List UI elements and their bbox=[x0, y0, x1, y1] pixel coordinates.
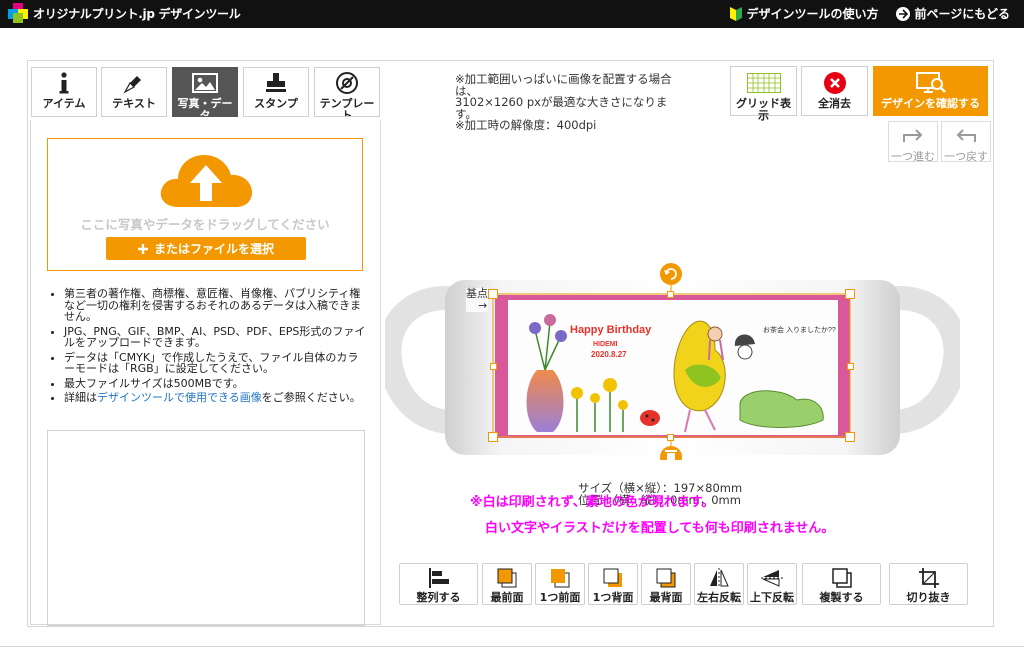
artwork-name: HIDEMI bbox=[593, 341, 618, 348]
redo-icon bbox=[903, 129, 923, 142]
send-backward-icon bbox=[603, 568, 622, 587]
undo-button[interactable]: 一つ戻す bbox=[941, 121, 991, 163]
usable-images-link[interactable]: デザインツールで使用できる画像 bbox=[97, 391, 262, 404]
clear-all-button[interactable]: 全消去 bbox=[801, 66, 868, 116]
crop-button[interactable]: 切り抜き bbox=[889, 563, 968, 605]
bring-front-button[interactable]: 最前面 bbox=[482, 563, 532, 605]
crop-icon bbox=[918, 568, 939, 588]
resize-handle-top-left[interactable] bbox=[488, 289, 498, 299]
upload-notes: 第三者の著作権、商標権、意匠権、肖像権、パブリシティ権など一切の権利を侵害するお… bbox=[48, 288, 366, 407]
duplicate-button[interactable]: 複製する bbox=[802, 563, 881, 605]
send-backward-button[interactable]: 1つ背面 bbox=[588, 563, 638, 605]
white-warning-2: 白い文字やイラストだけを配置しても何も印刷されません。 bbox=[485, 521, 835, 536]
redo-button[interactable]: 一つ進む bbox=[888, 121, 938, 163]
note-item: 第三者の著作権、商標権、意匠権、肖像権、パブリシティ権など一切の権利を侵害するお… bbox=[64, 288, 366, 323]
info-icon bbox=[59, 72, 69, 94]
resize-handle-top[interactable] bbox=[667, 291, 674, 298]
tab-item[interactable]: アイテム bbox=[31, 67, 97, 117]
tab-label: アイテム bbox=[42, 97, 86, 110]
grid-label: グリッド表示 bbox=[736, 97, 791, 122]
template-icon bbox=[336, 72, 358, 94]
undo-label: 一つ戻す bbox=[944, 150, 988, 163]
tab-text[interactable]: テキスト bbox=[101, 67, 167, 117]
logo-cube-icon bbox=[8, 3, 28, 23]
flip-horizontal-button[interactable]: 左右反転 bbox=[694, 563, 744, 605]
drop-hint: ここに写真やデータをドラッグしてください bbox=[80, 217, 330, 232]
note-item: 詳細はデザインツールで使用できる画像をご参照ください。 bbox=[64, 392, 366, 404]
upload-dropzone[interactable]: ここに写真やデータをドラッグしてください またはファイルを選択 bbox=[47, 138, 363, 271]
resize-handle-bottom[interactable] bbox=[667, 434, 674, 441]
monitor-search-icon bbox=[915, 71, 946, 93]
resize-handle-bottom-right[interactable] bbox=[845, 432, 855, 442]
select-file-label: またはファイルを選択 bbox=[153, 242, 274, 256]
logo-text: オリジナルプリント.jp デザインツール bbox=[33, 6, 241, 21]
undo-icon bbox=[956, 129, 976, 142]
artwork-speech: お茶会 入りましたか?? bbox=[763, 325, 836, 334]
white-warning-1: ※白は印刷されず、素地の色が現れます。 bbox=[470, 495, 715, 510]
flip-vertical-icon bbox=[761, 570, 783, 587]
tab-photo-data[interactable]: 写真・データ bbox=[172, 67, 238, 117]
align-icon bbox=[428, 568, 449, 588]
resize-handle-bottom-left[interactable] bbox=[488, 432, 498, 442]
origin-marker: 基点 → bbox=[466, 287, 488, 312]
logo[interactable]: オリジナルプリント.jp デザインツール bbox=[8, 3, 241, 23]
how-to-label: デザインツールの使い方 bbox=[746, 7, 879, 21]
tab-template[interactable]: テンプレート bbox=[314, 67, 380, 117]
bring-front-icon bbox=[497, 568, 517, 588]
select-file-button[interactable]: またはファイルを選択 bbox=[106, 237, 306, 260]
align-button[interactable]: 整列する bbox=[399, 563, 478, 605]
grid-toggle-button[interactable]: グリッド表示 bbox=[730, 66, 797, 122]
confirm-design-label: デザインを確認する bbox=[881, 97, 980, 110]
how-to-link[interactable]: デザインツールの使い方 bbox=[730, 5, 878, 22]
tab-stamp[interactable]: スタンプ bbox=[243, 67, 309, 117]
note-item: JPG、PNG、GIF、BMP、AI、PSD、PDF、EPS形式のファイルをアッ… bbox=[64, 325, 366, 349]
resize-handle-right[interactable] bbox=[847, 363, 854, 370]
note-item: データは「CMYK」で作成したうえで、ファイル自体のカラーモードは「RGB」に設… bbox=[64, 351, 366, 375]
close-circle-icon bbox=[823, 71, 846, 94]
clear-all-label: 全消去 bbox=[818, 97, 851, 110]
tab-label: スタンプ bbox=[254, 97, 298, 110]
plus-icon bbox=[137, 243, 148, 254]
flip-horizontal-icon bbox=[710, 568, 729, 588]
duplicate-icon bbox=[831, 568, 852, 588]
note-item: 最大ファイルサイズは500MBです。 bbox=[64, 377, 366, 390]
resize-handle-top-right[interactable] bbox=[845, 289, 855, 299]
back-arrow-icon bbox=[896, 6, 911, 21]
artwork-date: 2020.8.27 bbox=[591, 350, 627, 359]
pen-icon bbox=[123, 76, 141, 94]
grid-icon bbox=[746, 72, 781, 93]
image-icon bbox=[192, 73, 218, 93]
flip-vertical-button[interactable]: 上下反転 bbox=[747, 563, 797, 605]
back-label: 前ページにもどる bbox=[914, 7, 1010, 21]
bring-forward-icon bbox=[551, 569, 570, 588]
back-link[interactable]: 前ページにもどる bbox=[896, 5, 1010, 22]
tab-label: 写真・データ bbox=[177, 97, 233, 117]
send-back-button[interactable]: 最背面 bbox=[641, 563, 691, 605]
tab-label: テンプレート bbox=[319, 97, 375, 117]
artwork-title: Happy Birthday bbox=[570, 324, 652, 336]
send-back-icon bbox=[656, 568, 676, 588]
top-bar: オリジナルプリント.jp デザインツール デザインツールの使い方 前ページにもど… bbox=[0, 0, 1024, 28]
artwork-ladybug bbox=[640, 410, 660, 426]
bring-forward-button[interactable]: 1つ前面 bbox=[535, 563, 585, 605]
rotate-handle-icon[interactable] bbox=[660, 263, 682, 285]
redo-label: 一つ進む bbox=[891, 150, 935, 163]
stamp-icon bbox=[266, 73, 286, 92]
uploaded-images-list bbox=[47, 430, 365, 626]
bottom-divider bbox=[0, 646, 1024, 647]
tab-label: テキスト bbox=[112, 97, 156, 110]
confirm-design-button[interactable]: デザインを確認する bbox=[873, 66, 988, 116]
print-area-info: ※加工範囲いっぱいに画像を配置する場合は、 3102×1260 pxが最適な大き… bbox=[455, 72, 672, 132]
cloud-upload-icon bbox=[160, 155, 253, 207]
resize-handle-left[interactable] bbox=[490, 363, 497, 370]
beginner-mark-icon bbox=[730, 6, 743, 21]
